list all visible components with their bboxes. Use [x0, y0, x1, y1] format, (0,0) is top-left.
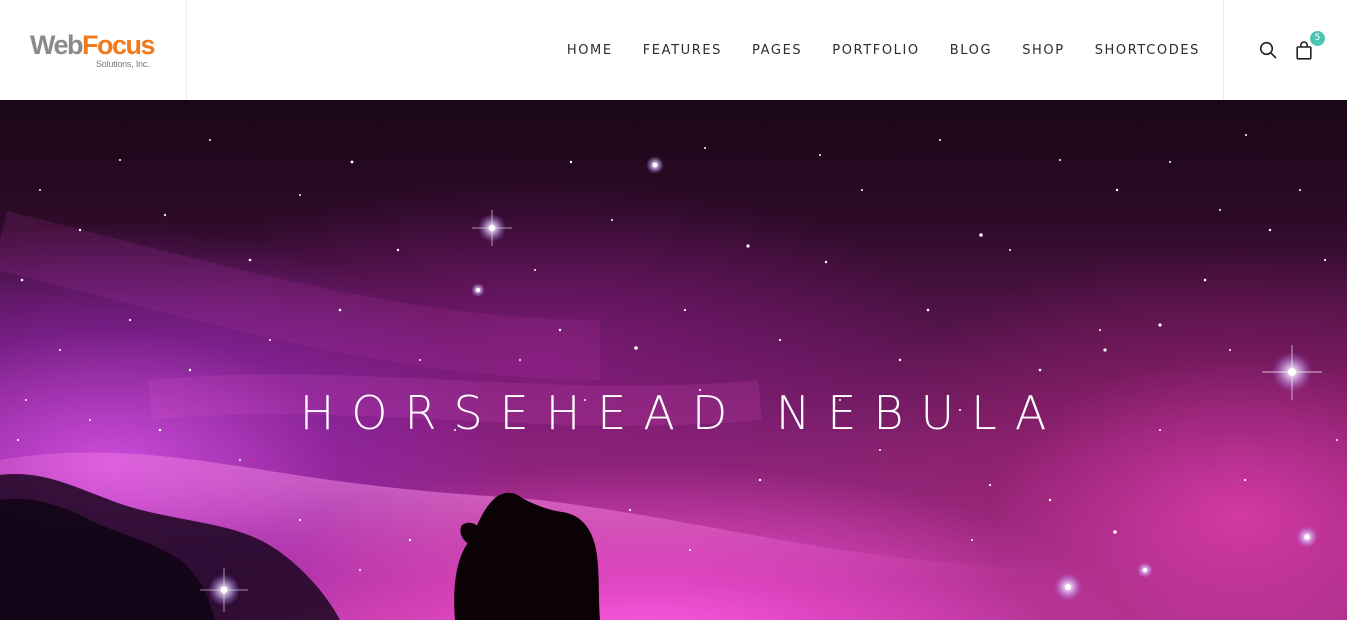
main-nav: HOME FEATURES PAGES PORTFOLIO BLOG SHOP …	[187, 0, 1223, 100]
logo-web: Web	[30, 29, 84, 60]
nav-item-portfolio[interactable]: PORTFOLIO	[832, 43, 920, 58]
cart-button[interactable]: 5	[1294, 31, 1325, 60]
logo-wordmark: WebFocus	[30, 29, 186, 60]
header-tools: 5	[1223, 0, 1347, 100]
nav-item-shortcodes[interactable]: SHORTCODES	[1095, 43, 1200, 58]
cart-count-badge: 5	[1310, 31, 1325, 46]
nav-item-shop[interactable]: SHOP	[1022, 43, 1065, 58]
logo-focus: Focus	[82, 29, 156, 60]
logo-tagline: Solutions, Inc.	[96, 58, 150, 69]
shopping-bag-icon	[1296, 40, 1312, 60]
hero-title: HORSEHEAD NEBULA	[299, 386, 1064, 440]
nav-item-home[interactable]: HOME	[567, 43, 613, 58]
search-icon	[1259, 41, 1277, 59]
nebula-background	[0, 134, 1347, 620]
nav-item-blog[interactable]: BLOG	[950, 43, 992, 58]
nav-item-pages[interactable]: PAGES	[752, 43, 802, 58]
search-button[interactable]	[1258, 40, 1278, 60]
nav-item-features[interactable]: FEATURES	[643, 43, 722, 58]
site-header: WebFocus Solutions, Inc. HOME FEATURES P…	[0, 0, 1347, 100]
logo[interactable]: WebFocus Solutions, Inc.	[0, 0, 187, 100]
hero-banner: HORSEHEAD NEBULA	[0, 100, 1347, 620]
